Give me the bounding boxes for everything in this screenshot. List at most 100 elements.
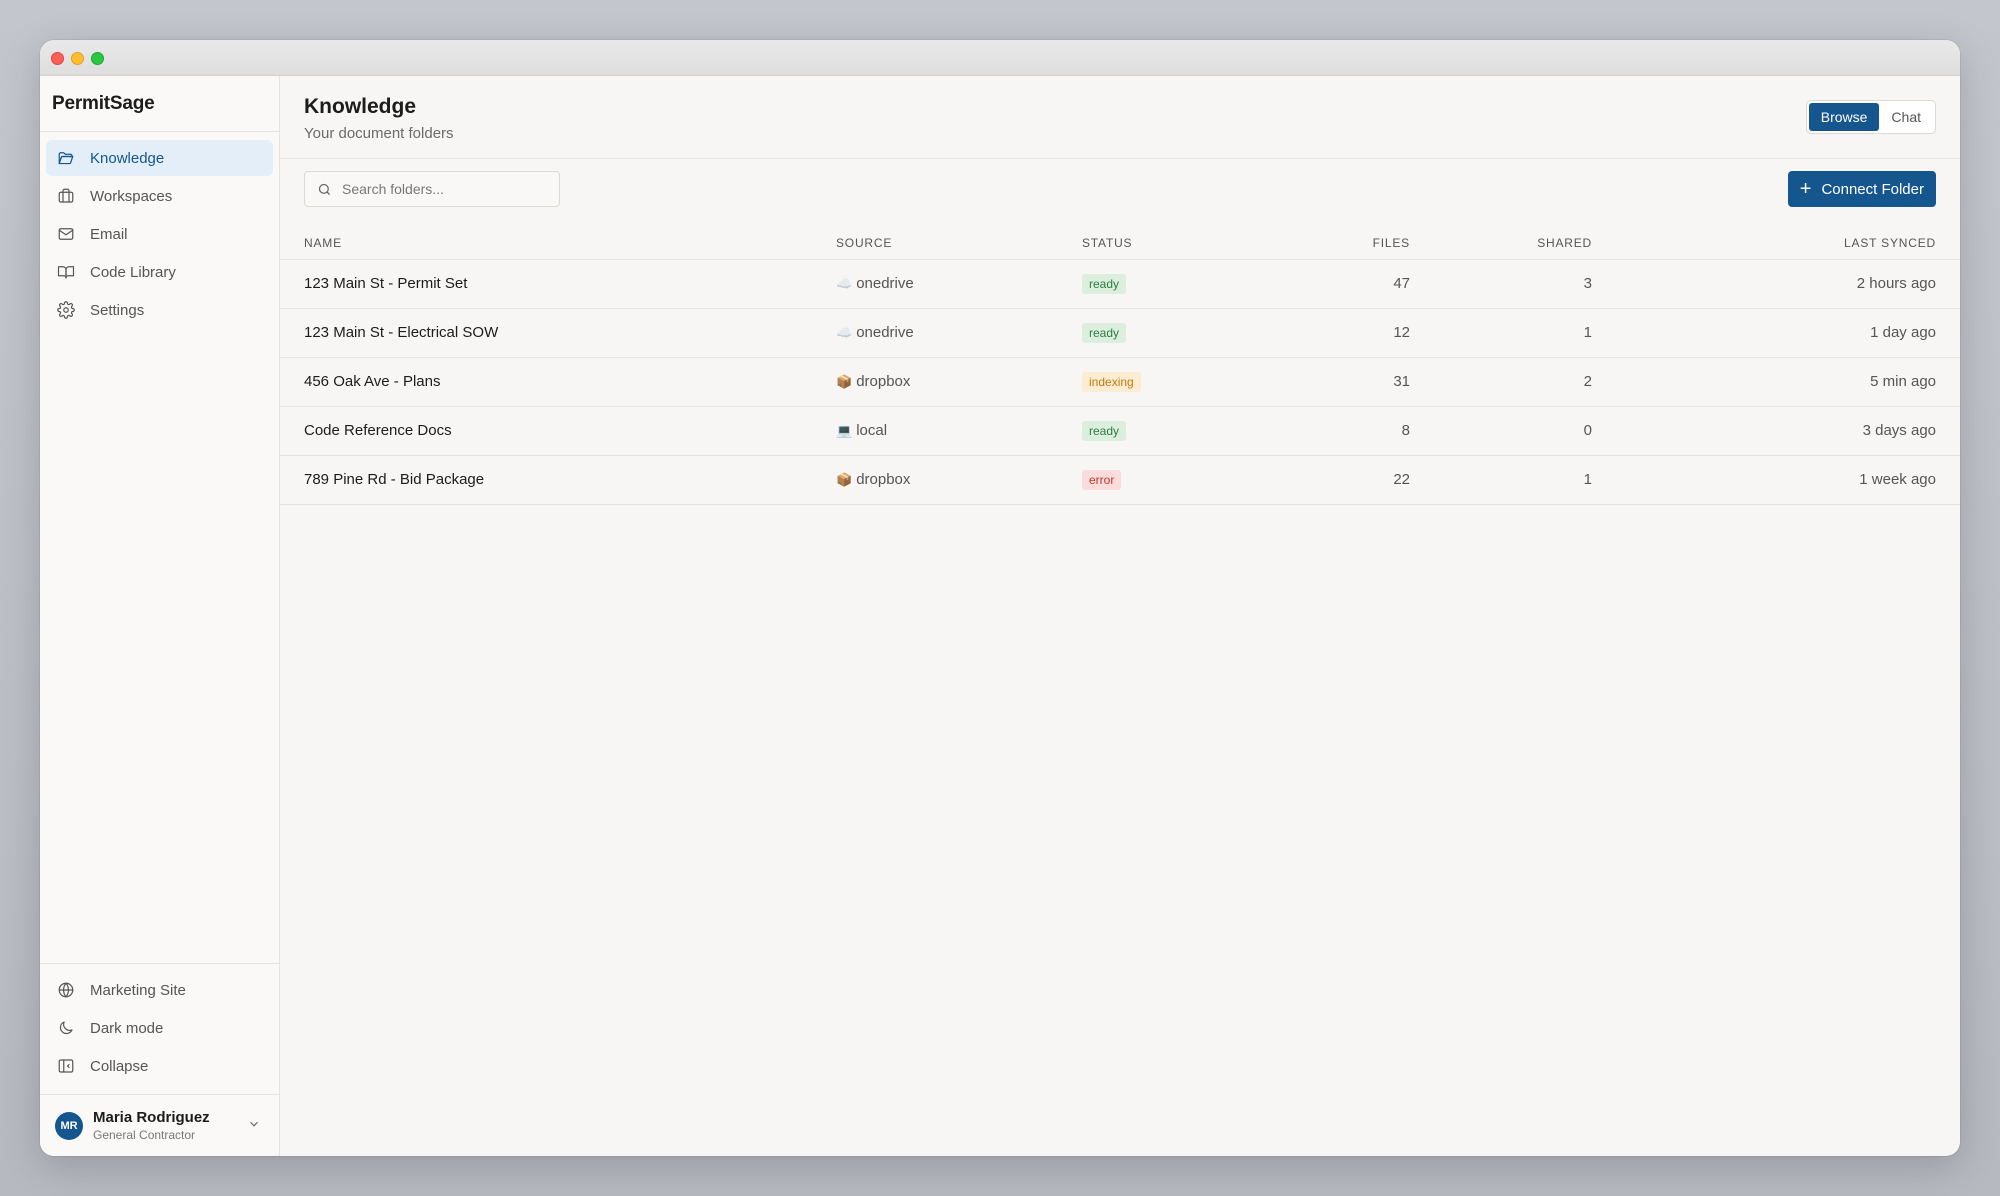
- last-synced: 1 day ago: [1592, 308, 1960, 358]
- maximize-window-button[interactable]: [91, 52, 104, 65]
- source-label: dropbox: [856, 373, 911, 390]
- shared-count: 1: [1410, 308, 1592, 358]
- table-row[interactable]: Code Reference Docs 💻 local ready 8 0 3 d…: [280, 406, 1960, 456]
- sidebar-item-label: Workspaces: [90, 187, 173, 205]
- source-label: dropbox: [856, 471, 911, 488]
- connect-folder-label: Connect Folder: [1821, 180, 1924, 198]
- last-synced: 1 week ago: [1592, 455, 1960, 505]
- marketing-site-link[interactable]: Marketing Site: [46, 972, 273, 1008]
- search-icon: [318, 183, 330, 195]
- briefcase-icon: [56, 186, 76, 206]
- sidebar-item-knowledge[interactable]: Knowledge: [46, 140, 273, 176]
- close-window-button[interactable]: [51, 52, 64, 65]
- sidebar-item-label: Dark mode: [90, 1019, 164, 1037]
- search-input[interactable]: [342, 181, 542, 197]
- plus-icon: +: [1799, 178, 1812, 200]
- file-count: 8: [1258, 406, 1410, 456]
- table-row[interactable]: 123 Main St - Permit Set ☁️ onedrive read…: [280, 259, 1960, 309]
- view-toggle: Browse Chat: [1805, 100, 1936, 134]
- minimize-window-button[interactable]: [71, 52, 84, 65]
- sidebar-footer: Marketing Site Dark mode Collapse MR Mar…: [40, 963, 279, 1156]
- column-header-source[interactable]: Source: [836, 227, 1082, 260]
- user-menu[interactable]: MR Maria Rodriguez General Contractor: [40, 1094, 279, 1156]
- chevron-down-icon[interactable]: [247, 1117, 263, 1133]
- package-icon: 📦: [836, 472, 853, 487]
- search-box[interactable]: [304, 171, 560, 207]
- column-header-shared[interactable]: Shared: [1410, 227, 1592, 260]
- user-role: General Contractor: [93, 1128, 196, 1142]
- folder-name[interactable]: 789 Pine Rd - Bid Package: [280, 455, 836, 505]
- collapse-sidebar-button[interactable]: Collapse: [46, 1048, 273, 1084]
- toolbar: + Connect Folder: [280, 159, 1960, 227]
- title-bar: [40, 40, 1960, 76]
- sidebar-item-label: Email: [90, 225, 128, 243]
- sidebar-item-label: Knowledge: [90, 149, 165, 167]
- shared-count: 0: [1410, 406, 1592, 456]
- page-title: Knowledge: [304, 95, 417, 118]
- page-header: Knowledge Your document folders Browse C…: [280, 76, 1960, 159]
- sidebar-item-label: Code Library: [90, 263, 176, 281]
- file-count: 31: [1258, 357, 1410, 407]
- folder-name[interactable]: 123 Main St - Electrical SOW: [280, 308, 836, 358]
- book-open-icon: [56, 262, 76, 282]
- column-header-name[interactable]: Name: [280, 227, 836, 260]
- user-name: Maria Rodriguez: [93, 1109, 210, 1126]
- last-synced: 3 days ago: [1592, 406, 1960, 456]
- folder-source: ☁️ onedrive: [836, 259, 1082, 309]
- folder-name[interactable]: Code Reference Docs: [280, 406, 836, 456]
- dark-mode-toggle[interactable]: Dark mode: [46, 1010, 273, 1046]
- sidebar-item-email[interactable]: Email: [46, 216, 273, 252]
- source-label: onedrive: [856, 324, 914, 341]
- sidebar-item-code-library[interactable]: Code Library: [46, 254, 273, 290]
- gear-icon: [56, 300, 76, 320]
- table-row[interactable]: 789 Pine Rd - Bid Package 📦 dropbox error…: [280, 455, 1960, 505]
- app-brand: PermitSage: [40, 76, 279, 132]
- folder-name[interactable]: 456 Oak Ave - Plans: [280, 357, 836, 407]
- status-badge: ready: [1082, 273, 1127, 294]
- table-row[interactable]: 123 Main St - Electrical SOW ☁️ onedrive …: [280, 308, 1960, 358]
- folders-table: Name Source Status Files Shared Last syn…: [280, 227, 1960, 505]
- column-header-status[interactable]: Status: [1082, 227, 1258, 260]
- cloud-icon: ☁️: [836, 276, 853, 291]
- sidebar: PermitSage Knowledge Workspaces Email Co…: [40, 76, 280, 1156]
- sidebar-item-label: Collapse: [90, 1057, 149, 1075]
- page-subtitle: Your document folders: [304, 125, 454, 142]
- package-icon: 📦: [836, 374, 853, 389]
- status-badge: indexing: [1082, 371, 1141, 392]
- last-synced: 5 min ago: [1592, 357, 1960, 407]
- folder-name[interactable]: 123 Main St - Permit Set: [280, 259, 836, 309]
- app-window: PermitSage Knowledge Workspaces Email Co…: [40, 40, 1960, 1156]
- table-row[interactable]: 456 Oak Ave - Plans 📦 dropbox indexing 31…: [280, 357, 1960, 407]
- sidebar-item-settings[interactable]: Settings: [46, 292, 273, 328]
- source-label: local: [856, 422, 888, 439]
- sidebar-nav: Knowledge Workspaces Email Code Library …: [40, 132, 279, 338]
- laptop-icon: 💻: [836, 423, 853, 438]
- shared-count: 3: [1410, 259, 1592, 309]
- status-badge: ready: [1082, 322, 1127, 343]
- status-badge: error: [1082, 469, 1122, 490]
- connect-folder-button[interactable]: + Connect Folder: [1787, 171, 1936, 207]
- chat-tab[interactable]: Chat: [1879, 103, 1933, 131]
- main-content: Knowledge Your document folders Browse C…: [280, 76, 1960, 1156]
- column-header-last-synced[interactable]: Last synced: [1592, 227, 1960, 260]
- globe-icon: [56, 980, 76, 1000]
- panel-collapse-icon: [56, 1056, 76, 1076]
- table-header-row: Name Source Status Files Shared Last syn…: [280, 227, 1960, 260]
- source-label: onedrive: [856, 275, 914, 292]
- folder-source: 💻 local: [836, 406, 1082, 456]
- column-header-files[interactable]: Files: [1258, 227, 1410, 260]
- mail-icon: [56, 224, 76, 244]
- shared-count: 1: [1410, 455, 1592, 505]
- file-count: 47: [1258, 259, 1410, 309]
- sidebar-item-label: Settings: [90, 301, 145, 319]
- cloud-icon: ☁️: [836, 325, 853, 340]
- browse-tab[interactable]: Browse: [1808, 103, 1880, 131]
- avatar: MR: [55, 1111, 83, 1140]
- file-count: 22: [1258, 455, 1410, 505]
- folder-open-icon: [56, 148, 76, 168]
- moon-icon: [56, 1018, 76, 1038]
- shared-count: 2: [1410, 357, 1592, 407]
- last-synced: 2 hours ago: [1592, 259, 1960, 309]
- sidebar-item-workspaces[interactable]: Workspaces: [46, 178, 273, 214]
- sidebar-item-label: Marketing Site: [90, 981, 186, 999]
